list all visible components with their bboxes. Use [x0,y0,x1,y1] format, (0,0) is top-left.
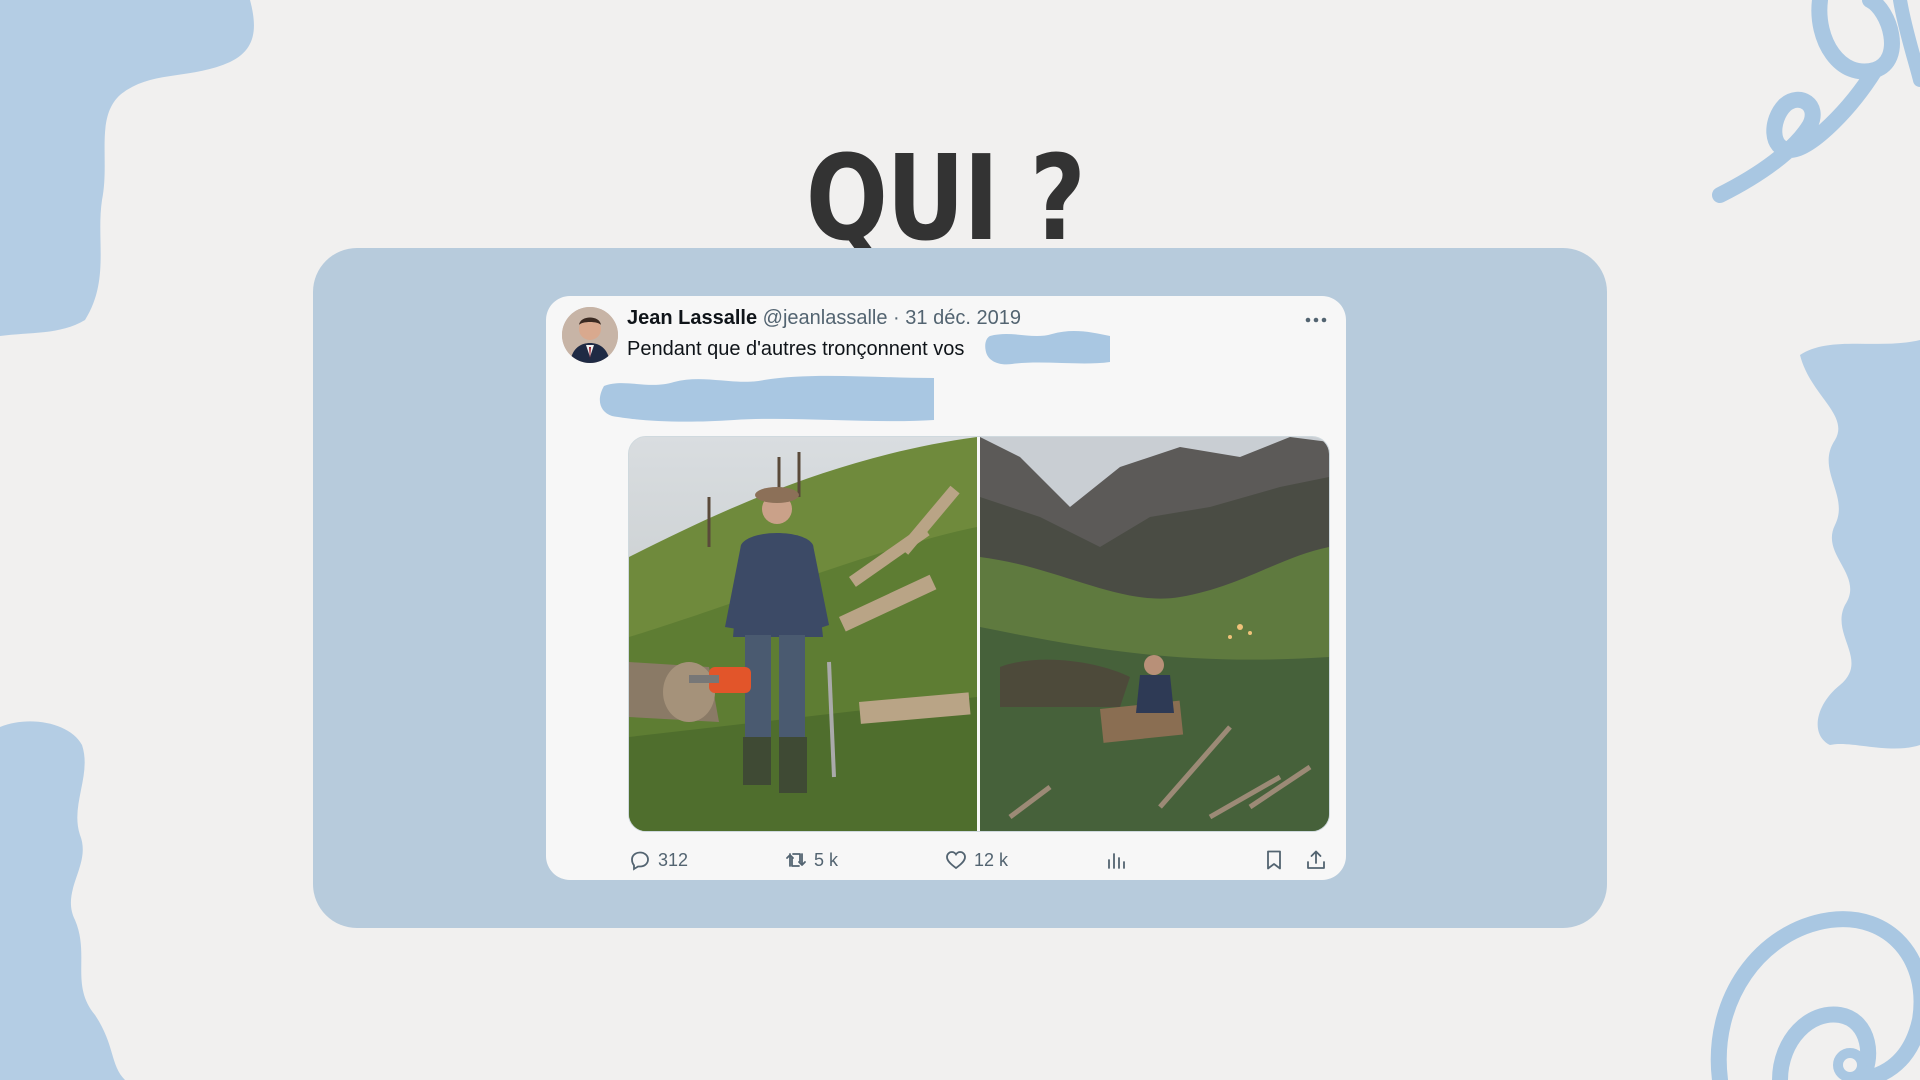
share-button[interactable] [1304,846,1328,874]
decor-bottom-right-spiral [1710,911,1920,1080]
views-icon [1108,853,1125,869]
slide-title: QUI ? [805,129,1086,268]
reply-icon [631,851,649,871]
like-icon [946,851,966,870]
tweet-date[interactable]: 31 déc. 2019 [905,307,1021,329]
decor-top-right-swirl [1712,0,1920,203]
like-count: 12 k [974,849,1009,870]
views-button[interactable] [1104,846,1128,874]
decor-right-wave [1800,340,1920,749]
more-icon[interactable] [1302,310,1330,330]
tweet-header: Jean Lassalle @jeanlassalle · 31 déc. 20… [627,307,1021,335]
tweet-text: Pendant que d'autres tronçonnent vos [627,338,965,360]
redaction-blot-1 [985,330,1110,365]
photo-mountain-valley[interactable] [980,437,1329,831]
author-name[interactable]: Jean Lassalle [627,307,757,329]
header-separator: · [893,307,900,329]
reply-button[interactable]: 312 [628,846,688,874]
retweet-count: 5 k [814,849,839,870]
share-icon [1307,850,1325,869]
tweet-media[interactable] [628,436,1330,832]
redaction-blot-2 [599,375,934,422]
decor-bottom-left [0,721,125,1080]
bookmark-button[interactable] [1262,846,1286,874]
like-button[interactable]: 12 k [944,846,1008,874]
retweet-button[interactable]: 5 k [784,846,838,874]
author-handle[interactable]: @jeanlassalle [763,307,888,329]
reply-count: 312 [658,849,689,870]
avatar[interactable] [562,307,618,363]
photo-man-with-chainsaw[interactable] [629,437,977,831]
bookmark-icon [1267,850,1281,870]
retweet-icon [786,853,806,867]
